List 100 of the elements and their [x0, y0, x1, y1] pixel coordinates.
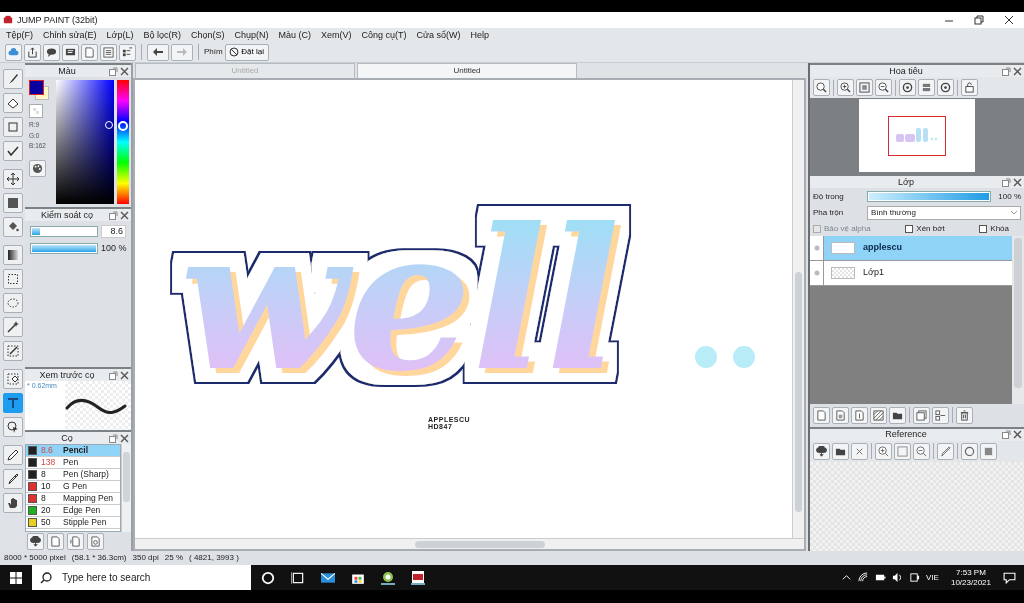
- task-view-icon[interactable]: [291, 570, 305, 585]
- scrollbar[interactable]: [121, 444, 131, 532]
- reset-button[interactable]: Đặt lại: [224, 43, 269, 61]
- undock-icon[interactable]: [1002, 66, 1011, 76]
- undock-icon[interactable]: [1002, 430, 1011, 440]
- duplicate-button[interactable]: [913, 406, 930, 424]
- device-icon[interactable]: [909, 572, 921, 583]
- restore-icon[interactable]: [974, 15, 984, 25]
- undock-icon[interactable]: [109, 66, 118, 76]
- hue-slider[interactable]: [117, 80, 129, 204]
- cloud-button[interactable]: [5, 43, 22, 61]
- scroll-thumb[interactable]: [123, 452, 130, 502]
- brush-list-item[interactable]: 10 G Pen: [26, 481, 120, 493]
- scroll-thumb[interactable]: [415, 541, 545, 548]
- search-box[interactable]: Type here to search: [32, 565, 251, 590]
- viewport-frame[interactable]: [888, 115, 946, 156]
- rotate-button[interactable]: [961, 442, 978, 460]
- text-layer-button[interactable]: [851, 406, 868, 424]
- document-tab[interactable]: Untitled: [357, 63, 577, 78]
- gradient-tool[interactable]: [2, 245, 23, 265]
- selection-eraser-tool[interactable]: [2, 369, 23, 389]
- color-swatches-icon[interactable]: [29, 80, 49, 100]
- layer-item[interactable]: applescu: [810, 235, 1012, 261]
- mail-icon[interactable]: [321, 570, 335, 585]
- close-icon[interactable]: [120, 370, 129, 380]
- circle-icon[interactable]: [261, 570, 275, 585]
- lock-button[interactable]: [961, 79, 978, 96]
- close-icon[interactable]: [1013, 177, 1022, 187]
- rotate-right-button[interactable]: [937, 79, 954, 96]
- message-button[interactable]: [62, 43, 79, 61]
- share-button[interactable]: [24, 43, 41, 61]
- clock-time[interactable]: 7:53 PM: [956, 568, 986, 578]
- transparent-color-icon[interactable]: [29, 104, 43, 118]
- scroll-thumb[interactable]: [795, 272, 802, 512]
- windows-logo-icon[interactable]: [10, 571, 22, 584]
- chevron-up-icon[interactable]: [841, 572, 853, 583]
- menu-item[interactable]: Tệp(F): [2, 29, 39, 41]
- copy-brush-button[interactable]: [67, 533, 84, 550]
- network-icon[interactable]: [858, 572, 870, 583]
- zoom-in-button[interactable]: [875, 442, 892, 460]
- undock-icon[interactable]: [1002, 177, 1011, 187]
- checkbox[interactable]: [905, 224, 914, 233]
- undock-icon[interactable]: [109, 370, 118, 380]
- menu-item[interactable]: Xem(V): [317, 29, 358, 41]
- new-layer-button[interactable]: [813, 406, 830, 424]
- notification-icon[interactable]: [1003, 571, 1016, 584]
- undock-icon[interactable]: [109, 210, 118, 220]
- zoom-out-button[interactable]: [913, 442, 930, 460]
- eraser-tool[interactable]: [2, 93, 23, 113]
- trash-button[interactable]: [956, 406, 973, 424]
- app-logo-icon[interactable]: [411, 570, 425, 585]
- brush-list-item[interactable]: 8 Mapping Pen: [26, 493, 120, 505]
- move-arrows-tool[interactable]: [2, 169, 23, 189]
- undock-icon[interactable]: [109, 433, 118, 443]
- open-folder-button[interactable]: [832, 442, 849, 460]
- fit-screen-button[interactable]: [856, 79, 873, 96]
- magic-wand-tool[interactable]: [2, 317, 23, 337]
- close-button[interactable]: [851, 442, 868, 460]
- eyedropper-button[interactable]: [937, 442, 954, 460]
- menu-item[interactable]: Chọn(S): [187, 29, 231, 41]
- download-brush-button[interactable]: [27, 533, 44, 550]
- close-icon[interactable]: [1004, 15, 1014, 25]
- visibility-dot-icon[interactable]: [813, 269, 820, 276]
- cursor-selection-tool[interactable]: [2, 417, 23, 437]
- brush-list-item[interactable]: 8 Pen (Sharp): [26, 469, 120, 481]
- size-slider[interactable]: [30, 225, 98, 237]
- menu-item[interactable]: Màu (C): [274, 29, 318, 41]
- cloud-download-button[interactable]: [813, 442, 830, 460]
- filled-square-tool[interactable]: [2, 193, 23, 213]
- close-icon[interactable]: [120, 433, 129, 443]
- brush-list-item[interactable]: 20 Edge Pen: [26, 505, 120, 517]
- scrollbar[interactable]: [1012, 235, 1024, 404]
- undo-button[interactable]: [147, 43, 169, 61]
- folder-button[interactable]: [889, 406, 906, 424]
- checkbox[interactable]: [979, 224, 988, 233]
- brush-tool[interactable]: [2, 69, 23, 89]
- close-icon[interactable]: [120, 210, 129, 220]
- palette-button[interactable]: [29, 159, 46, 177]
- horizontal-scrollbar[interactable]: [135, 538, 804, 549]
- zoom-100-button[interactable]: [813, 79, 830, 96]
- menu-item[interactable]: Lớp(L): [102, 29, 140, 41]
- menu-item[interactable]: Cửa sổ(W): [412, 29, 467, 41]
- hand-tool[interactable]: [2, 493, 23, 513]
- checklist-button[interactable]: [119, 43, 136, 61]
- layer-item[interactable]: Lớp1: [810, 260, 1012, 286]
- menu-item[interactable]: Help: [466, 29, 496, 41]
- brush-list-item[interactable]: 50 Stipple Pen: [26, 517, 120, 529]
- zoom-in-button[interactable]: [837, 79, 854, 96]
- brush-list-item[interactable]: 138 Pen: [26, 457, 120, 469]
- merge-button[interactable]: [932, 406, 949, 424]
- close-icon[interactable]: [1013, 430, 1022, 440]
- list-button[interactable]: [100, 43, 117, 61]
- hue-handle[interactable]: [118, 120, 128, 131]
- menu-item[interactable]: Chỉnh sửa(E): [39, 29, 103, 41]
- clock-date[interactable]: 10/23/2021: [950, 577, 991, 587]
- brush-list-item[interactable]: 8.6 Pencil: [26, 445, 120, 457]
- menu-item[interactable]: Công cụ(T): [357, 29, 413, 41]
- close-icon[interactable]: [120, 66, 129, 76]
- zoom-out-button[interactable]: [875, 79, 892, 96]
- language-indicator[interactable]: VIE: [926, 572, 939, 583]
